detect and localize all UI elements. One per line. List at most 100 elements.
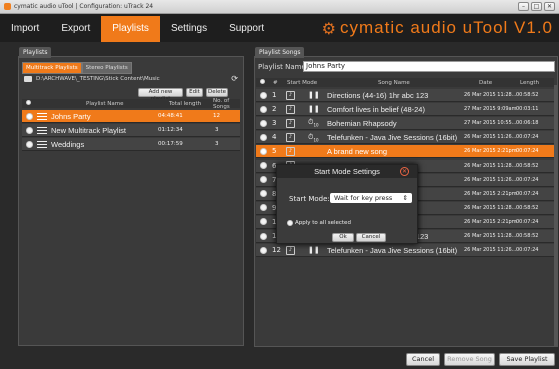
menu-export[interactable]: Export: [50, 16, 101, 42]
song-row[interactable]: 1 ♪ ❚❚ Directions (44-16) 1hr abc 123 26 Mar…: [256, 89, 554, 102]
playlist-song-count: 12: [213, 113, 220, 119]
song-row[interactable]: 12 ♪ ❚❚ Telefunken - Java Jive Sessions (16…: [256, 244, 554, 258]
waveform-icon: ♪: [286, 104, 295, 114]
apply-all-radio[interactable]: [287, 220, 293, 226]
song-row[interactable]: 2 ♪ ❚❚ Comfort lives in belief (48-24) 27 Ma…: [256, 103, 554, 117]
song-radio[interactable]: [260, 105, 267, 113]
maximize-button[interactable]: □: [531, 2, 542, 11]
song-number: 12: [272, 246, 281, 255]
minimize-button[interactable]: –: [518, 2, 529, 11]
waveform-icon: ♪: [286, 146, 295, 156]
song-row[interactable]: 5 ♪ A brand new song 26 Mar 2015 2:21pm 00:0…: [256, 145, 554, 159]
song-length: 00:07:24: [516, 148, 539, 155]
dialog-cancel-button[interactable]: Cancel: [356, 233, 386, 242]
start-mode-value: Wait for key press: [334, 194, 393, 202]
song-length: 00:07:24: [516, 176, 539, 183]
song-date: 27 Mar 2015 9:09am: [464, 106, 517, 113]
folder-path-text: D:\ARCHWAVE\_TESTING\Stick Content\Music: [36, 76, 160, 82]
header-song-name: Song Name: [378, 79, 410, 86]
playlists-section-label: Playlists: [19, 47, 52, 58]
playlist-row[interactable]: Weddings 00:17:59 3: [22, 138, 240, 151]
cancel-button[interactable]: Cancel: [406, 353, 440, 366]
delete-playlist-button[interactable]: Delete: [206, 88, 228, 97]
playlist-songs-section-label: Playlist Songs: [255, 47, 305, 58]
start-mode-select[interactable]: Wait for key press ⇕: [330, 193, 412, 203]
save-playlist-button[interactable]: Save Playlist: [499, 353, 555, 366]
song-number: 3: [272, 119, 277, 128]
song-length: 00:58:52: [516, 92, 539, 98]
song-radio[interactable]: [260, 147, 267, 155]
song-row[interactable]: 4 ♪ ⏱10 Telefunken - Java Jive Sessions (16…: [256, 131, 554, 145]
close-window-button[interactable]: ✕: [544, 2, 555, 11]
song-date: 26 Mar 2015 11:26...: [464, 134, 517, 141]
playlists-table-header: Playlist Name Total length No. of Songs: [22, 98, 240, 110]
song-radio[interactable]: [260, 119, 267, 127]
start-mode-label: Start Mode:: [289, 195, 330, 203]
tab-multitrack-playlists[interactable]: Multitrack Playlists: [22, 62, 82, 74]
tab-stereo-playlists[interactable]: Stereo Playlists: [81, 62, 132, 74]
pause-icon: ❚❚: [308, 246, 320, 255]
song-radio[interactable]: [260, 204, 267, 212]
dialog-ok-button[interactable]: Ok: [332, 233, 354, 242]
song-date: 26 Mar 2015 11:28...: [464, 204, 517, 211]
song-date: 26 Mar 2015 2:21pm: [464, 190, 517, 197]
playlist-icon: [37, 112, 47, 120]
song-radio[interactable]: [260, 246, 267, 254]
timer-icon: ⏱10: [308, 118, 319, 128]
refresh-icon[interactable]: ⟳: [231, 74, 238, 83]
song-date: 26 Mar 2015 11:28...: [464, 233, 517, 239]
song-number: 4: [272, 133, 277, 142]
playlist-name: Johns Party: [51, 111, 91, 121]
dialog-close-icon[interactable]: ✕: [400, 167, 409, 176]
edit-playlist-button[interactable]: Edit: [186, 88, 203, 97]
playlist-row[interactable]: New Multitrack Playlist 01:12:34 3: [22, 124, 240, 137]
folder-icon: [24, 76, 32, 82]
song-radio[interactable]: [260, 162, 267, 169]
song-radio[interactable]: [260, 218, 267, 226]
song-length: 00:07:24: [516, 247, 539, 254]
playlist-length: 01:12:34: [158, 127, 183, 133]
playlist-name-input[interactable]: Johns Party: [303, 61, 555, 72]
song-name: Telefunken - Java Jive Sessions (16bit): [327, 132, 458, 142]
add-playlist-button[interactable]: Add new playlist: [138, 88, 183, 102]
song-name: A brand new song: [327, 146, 388, 156]
song-radio[interactable]: [260, 176, 267, 184]
song-radio[interactable]: [260, 91, 267, 99]
app-icon: [4, 3, 11, 10]
song-date: 26 Mar 2015 2:21pm: [464, 218, 517, 225]
playlist-row[interactable]: Johns Party 04:48:41 12: [22, 110, 240, 123]
playlist-radio[interactable]: [26, 112, 33, 120]
remove-song-button[interactable]: Remove Song: [444, 353, 495, 366]
header-date: Date: [479, 79, 493, 86]
menu-playlists[interactable]: Playlists: [101, 16, 160, 42]
select-all-radio[interactable]: [26, 100, 31, 105]
song-length: 00:07:24: [516, 218, 539, 225]
song-length: 00:07:24: [516, 190, 539, 197]
menu-settings[interactable]: Settings: [160, 16, 218, 42]
song-radio[interactable]: [260, 190, 267, 198]
song-radio[interactable]: [260, 232, 267, 240]
header-playlist-name: Playlist Name: [86, 100, 124, 107]
select-arrows-icon: ⇕: [402, 194, 408, 202]
song-length: 00:03:11: [516, 106, 539, 113]
playlist-name-value: Johns Party: [306, 62, 346, 70]
menu-import[interactable]: Import: [0, 16, 50, 42]
song-number: 2: [272, 105, 277, 114]
playlist-radio[interactable]: [26, 126, 33, 134]
song-radio[interactable]: [260, 133, 267, 141]
song-name: Comfort lives in belief (48-24): [327, 104, 425, 114]
select-all-songs-radio[interactable]: [260, 79, 265, 84]
window-title: cymatic audio uTool | Configuration: uTr…: [14, 3, 154, 10]
waveform-icon: ♪: [286, 132, 295, 142]
song-name: Directions (44-16) 1hr abc 123: [327, 90, 429, 100]
song-date: 26 Mar 2015 11:28...: [464, 162, 517, 169]
playlist-radio[interactable]: [26, 140, 33, 148]
menu-support[interactable]: Support: [218, 16, 275, 42]
song-date: 26 Mar 2015 2:21pm: [464, 148, 517, 155]
songs-scrollbar[interactable]: [554, 85, 558, 347]
header-num: #: [273, 79, 278, 86]
song-date: 27 Mar 2015 10:55...: [464, 120, 517, 127]
song-row[interactable]: 3 ♪ ⏱10 Bohemian Rhapsody 27 Mar 2015 10:55.…: [256, 117, 554, 131]
waveform-icon: ♪: [286, 118, 295, 128]
timer-icon: ⏱10: [308, 132, 319, 142]
